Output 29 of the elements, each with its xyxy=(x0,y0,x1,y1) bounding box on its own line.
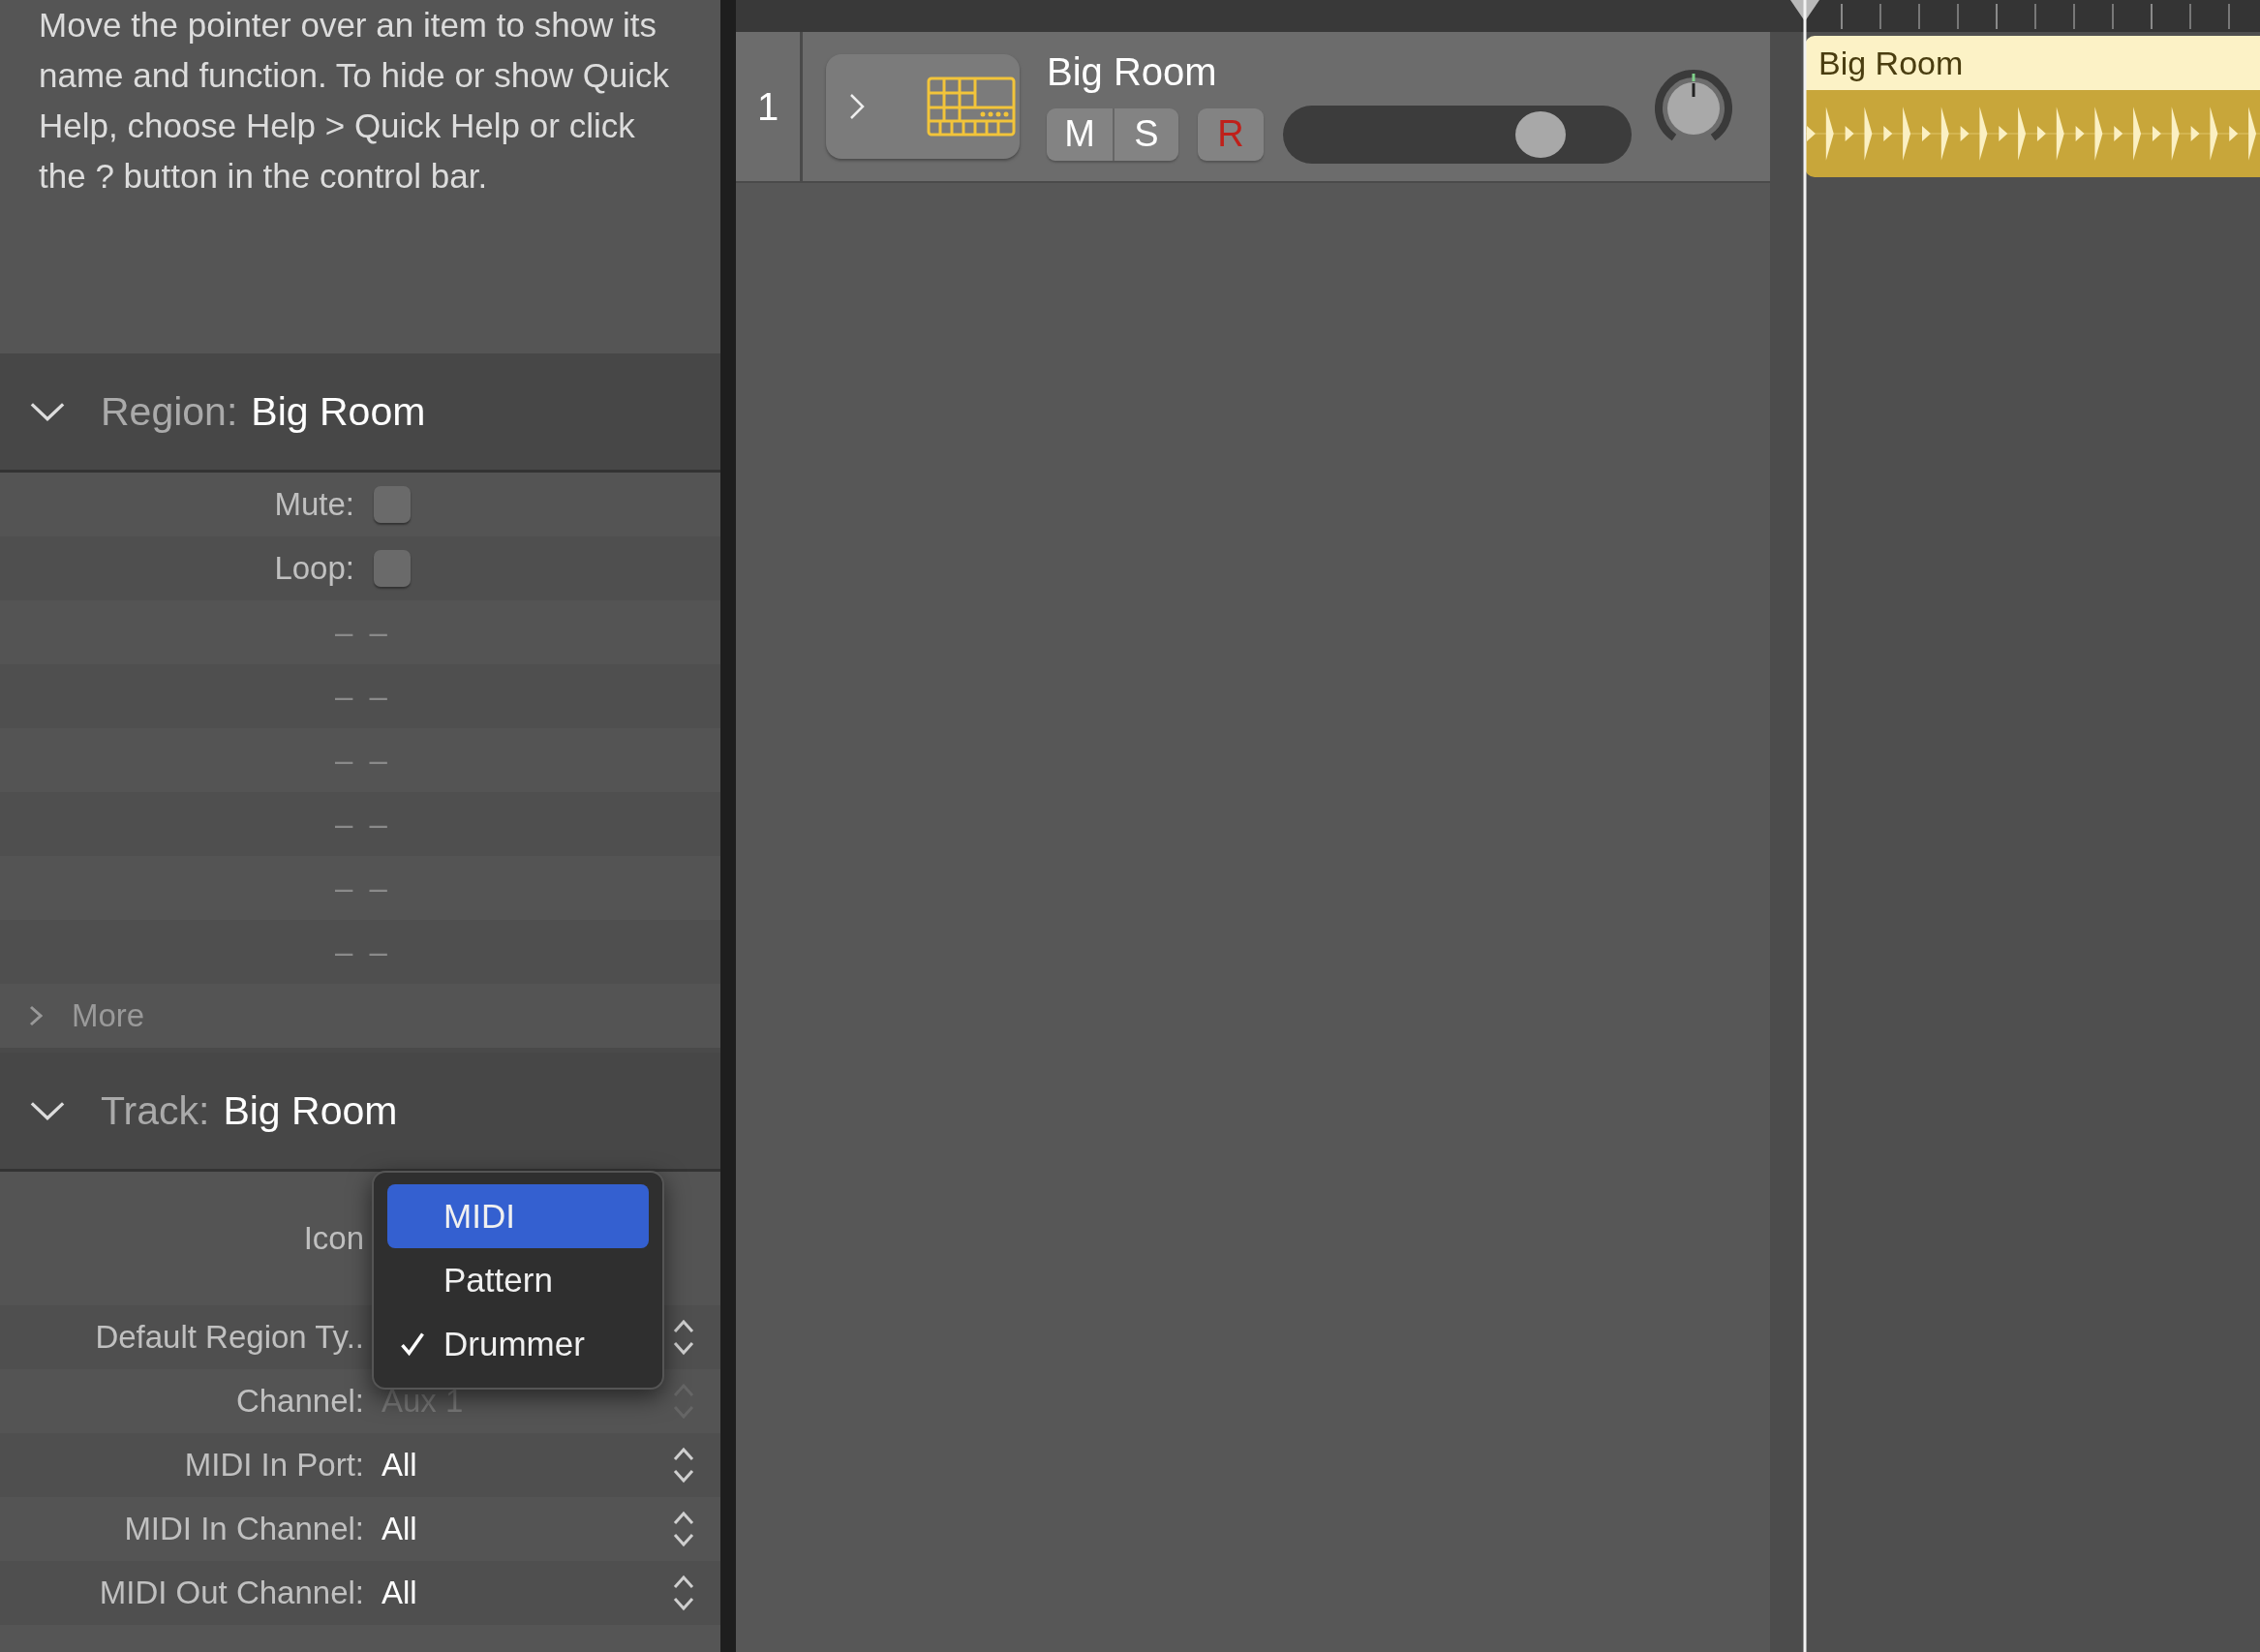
menu-item[interactable]: MIDI xyxy=(387,1184,649,1248)
midi-region[interactable]: Big Room xyxy=(1805,36,2260,177)
empty-value: – – xyxy=(335,806,391,842)
field-value[interactable]: All xyxy=(382,1511,417,1546)
menu-item[interactable]: Drummer xyxy=(387,1312,649,1376)
field-label: Icon xyxy=(302,1220,364,1257)
section-label: Region: xyxy=(101,388,238,435)
region-name: Big Room xyxy=(1805,36,2260,90)
mute-button[interactable]: M xyxy=(1047,107,1113,161)
section-title: Big Room xyxy=(223,1087,398,1134)
section-label: Track: xyxy=(101,1087,210,1134)
empty-value: – – xyxy=(335,678,391,715)
empty-value: – – xyxy=(335,870,391,906)
field-label: MIDI In Port: xyxy=(183,1447,364,1484)
empty-value: – – xyxy=(335,742,391,779)
field-label: MIDI In Channel: xyxy=(123,1511,364,1547)
field-value[interactable]: All xyxy=(382,1575,417,1610)
field-label: MIDI Out Channel: xyxy=(98,1575,364,1611)
field-value[interactable]: All xyxy=(382,1447,417,1483)
field-label: Loop: xyxy=(273,550,354,587)
empty-value: – – xyxy=(335,933,391,970)
section-title: Big Room xyxy=(251,388,426,435)
field-label: Mute: xyxy=(273,486,354,523)
field-label: Channel: xyxy=(234,1383,364,1420)
field-label: Default Region Ty.. xyxy=(94,1319,364,1356)
empty-value: – – xyxy=(335,614,391,651)
solo-button[interactable]: S xyxy=(1113,107,1178,161)
menu-item[interactable]: Pattern xyxy=(387,1248,649,1312)
track-name: Big Room xyxy=(1047,49,1218,94)
